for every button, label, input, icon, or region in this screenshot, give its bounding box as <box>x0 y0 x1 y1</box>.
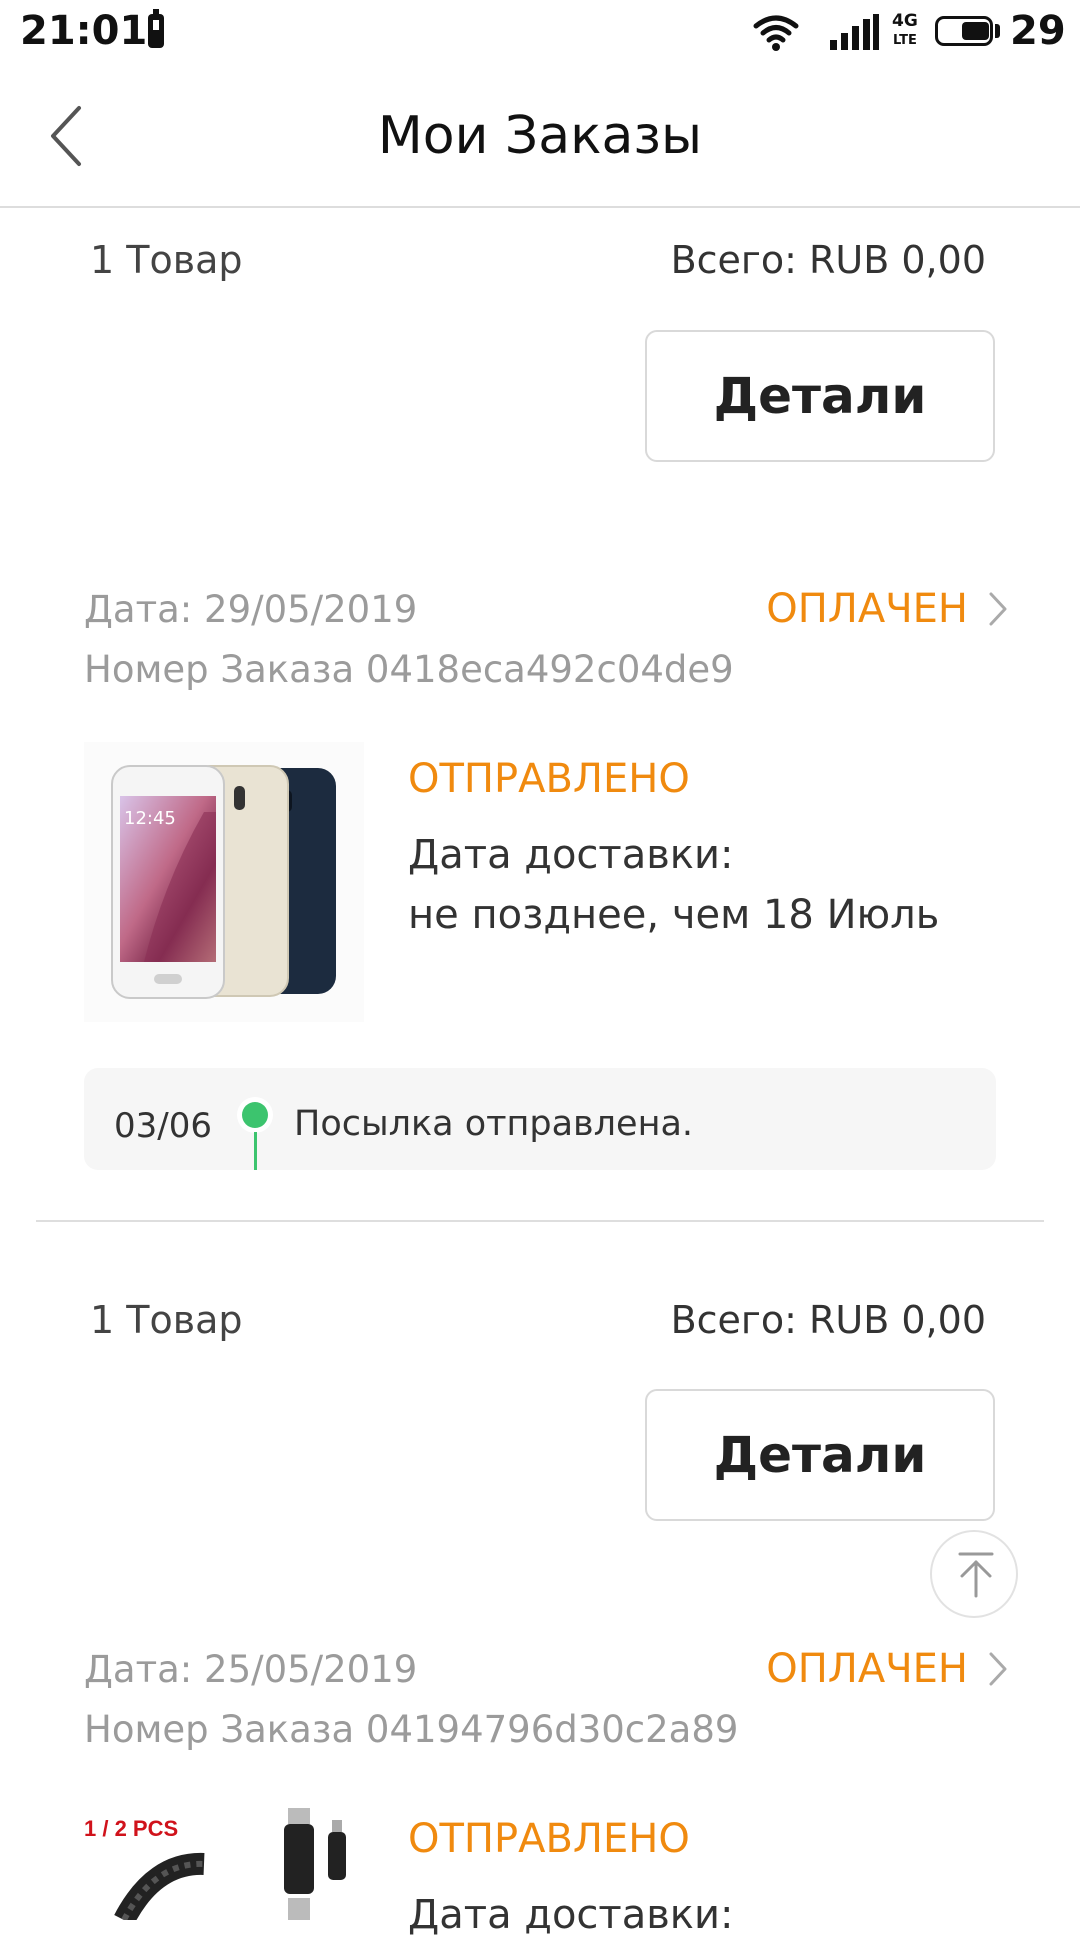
shipping-status: ОТПРАВЛЕНО <box>408 756 690 802</box>
battery-icon <box>935 16 993 46</box>
delivery-date: не позднее, чем 18 Июль <box>408 892 940 938</box>
order-status-link[interactable]: ОПЛАЧЕН <box>766 1646 1008 1692</box>
order-status: ОПЛАЧЕН <box>766 1646 968 1692</box>
order-number: Номер Заказа 04194796d30c2a89 <box>84 1708 739 1751</box>
order-date: Дата: 29/05/2019 <box>84 588 418 631</box>
network-type-icon: 4G LTE <box>892 12 918 50</box>
chevron-right-icon <box>989 1652 1007 1686</box>
items-count: 1 Товар <box>90 1298 243 1342</box>
order-total: Всего: RUB 0,00 <box>670 238 986 282</box>
delivery-label: Дата доставки: <box>408 832 734 878</box>
page-title: Мои Заказы <box>377 106 703 166</box>
order-status-link[interactable]: ОПЛАЧЕН <box>766 586 1008 632</box>
status-time: 21:01 <box>20 8 148 54</box>
order-total: Всего: RUB 0,00 <box>670 1298 986 1342</box>
order-status: ОПЛАЧЕН <box>766 586 968 632</box>
wifi-icon <box>753 15 799 51</box>
details-button[interactable]: Детали <box>645 330 995 462</box>
network-label: 4G <box>892 11 918 31</box>
status-bar: 21:01 4G LTE 29 <box>0 0 1080 68</box>
tracking-dot-icon <box>242 1102 268 1128</box>
tracking-line <box>254 1132 257 1170</box>
battery-notification-icon <box>148 9 164 48</box>
tracking-date: 03/06 <box>114 1106 212 1146</box>
battery-level: 29 <box>1010 8 1066 54</box>
details-button[interactable]: Детали <box>645 1389 995 1521</box>
app-header: Мои Заказы <box>0 68 1080 208</box>
product-thumbnail[interactable]: 12:45 <box>84 742 364 1022</box>
svg-text:12:45: 12:45 <box>124 808 176 829</box>
signal-icon <box>830 14 879 50</box>
chevron-right-icon <box>989 592 1007 626</box>
items-count: 1 Товар <box>90 238 243 282</box>
network-sub-label: LTE <box>892 33 917 48</box>
shipping-status: ОТПРАВЛЕНО <box>408 1816 690 1862</box>
battery-tip <box>995 24 1000 38</box>
tracking-text: Посылка отправлена. <box>294 1104 694 1144</box>
scroll-to-top-button[interactable] <box>930 1530 1018 1618</box>
product-thumbnail[interactable]: 1 / 2 PCS <box>84 1802 364 1920</box>
divider <box>36 1220 1044 1222</box>
arrow-up-to-top-icon <box>958 1552 994 1598</box>
delivery-label: Дата доставки: <box>408 1892 734 1938</box>
product-badge: 1 / 2 PCS <box>84 1816 179 1841</box>
order-number: Номер Заказа 0418eca492c04de9 <box>84 648 734 691</box>
tracking-entry[interactable]: 03/06 Посылка отправлена. <box>84 1068 996 1170</box>
order-date: Дата: 25/05/2019 <box>84 1648 418 1691</box>
phone-product-image: 12:45 <box>84 742 364 1022</box>
